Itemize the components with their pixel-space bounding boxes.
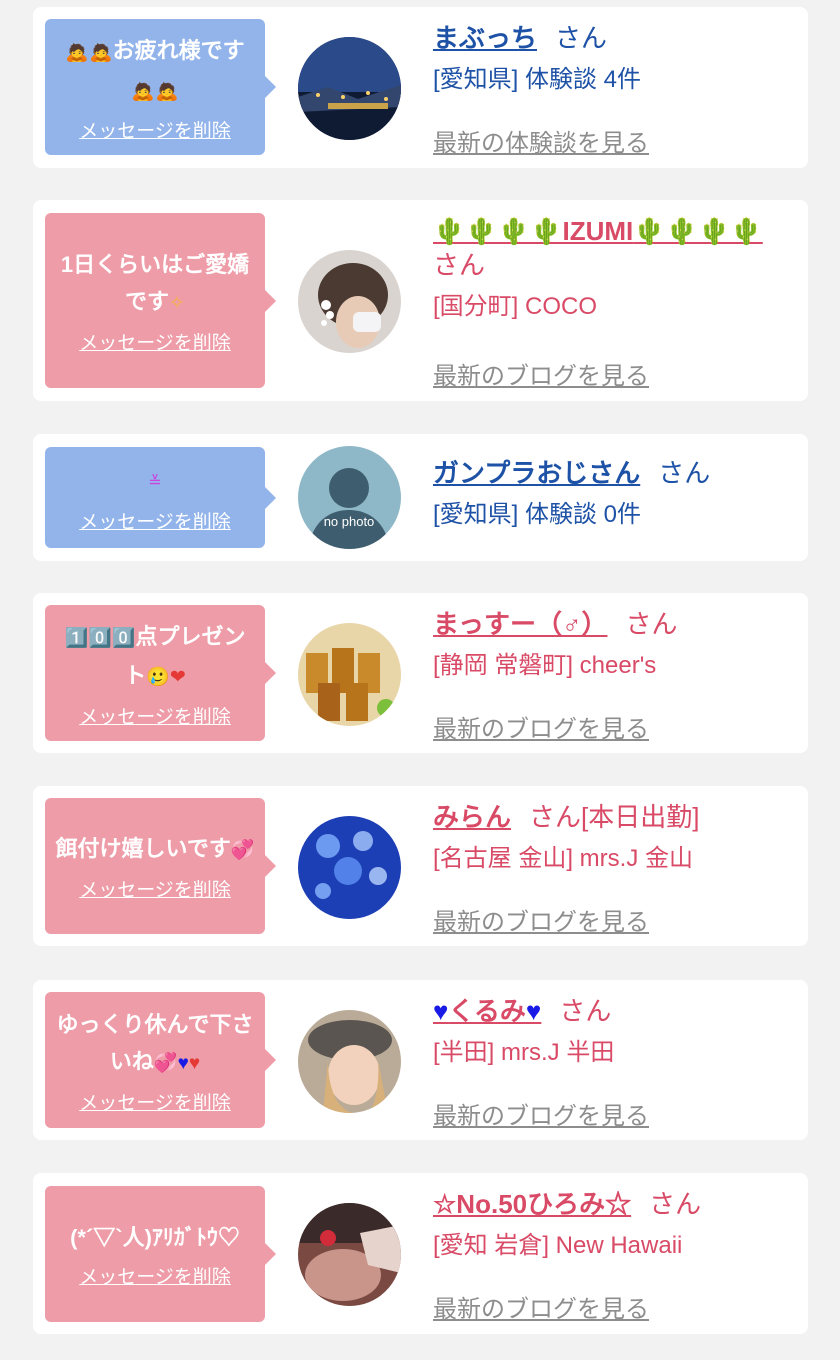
avatar[interactable] [298,1203,401,1306]
message-bubble: ≚ メッセージを削除 [45,447,276,548]
message-bubble: 1日くらいはご愛嬌です✧ メッセージを削除 [45,213,276,388]
honorific-label: さん [433,250,486,280]
honorific-label: さん [529,802,582,832]
sender-info: 🌵🌵🌵🌵IZUMI🌵🌵🌵🌵 さん [国分町] COCO 最新のブログを見る [433,214,803,394]
message-bubble: ゆっくり休んで下さいね💞♥♥ メッセージを削除 [45,992,276,1128]
delete-message-link[interactable]: メッセージを削除 [79,116,231,143]
shop-info: [国分町] COCO [433,293,598,320]
message-text: 餌付け嬉しいです💞 [55,836,255,861]
smile-emoji-icon: ≚ [148,474,162,491]
message-card: (*´▽`人)ｱﾘｶﾞﾄｳ♡ メッセージを削除 ☆No.50ひろみ☆ さん [愛知… [33,1173,808,1334]
delete-message-link[interactable]: メッセージを削除 [79,875,231,902]
avatar[interactable] [298,623,401,726]
delete-message-link[interactable]: メッセージを削除 [79,1088,231,1115]
message-card: ゆっくり休んで下さいね💞♥♥ メッセージを削除 ♥くるみ♥ さん [半田] mrs… [33,980,808,1140]
red-heart-icon: ❤ [169,666,186,688]
message-card: ≚ メッセージを削除 no photo ガンプラおじさん さん [愛知県] 体験談… [33,434,808,561]
woman-hair-clip-photo [298,250,401,353]
sender-info: まぶっち さん [愛知県] 体験談 4件 最新の体験談を見る [433,21,803,161]
blue-heart-icon: ♥ [177,1052,189,1074]
teary-smile-emoji-icon: 🥲 [146,666,170,688]
honorific-label: さん [658,458,711,488]
honorific-label: さん [625,609,678,639]
message-bubble: 1️⃣0️⃣0️⃣点プレゼント🥲❤ メッセージを削除 [45,605,276,741]
blue-heart-icon: ♥ [525,996,542,1026]
svg-text:no photo: no photo [324,514,375,529]
avatar[interactable] [298,37,401,140]
bow-emoji-icon: 🙇🙇 [131,80,179,102]
delete-message-link[interactable]: メッセージを削除 [79,1262,231,1289]
blue-heart-icon: ♥ [433,996,449,1026]
jellyfish-photo [298,816,401,919]
honorific-label: さん [559,996,612,1026]
message-card: 1️⃣0️⃣0️⃣点プレゼント🥲❤ メッセージを削除 まっすー（♂） さん [静岡… [33,593,808,753]
latest-post-link[interactable]: 最新の体験談を見る [433,123,649,158]
message-text: 1日くらいはご愛嬌です✧ [60,252,250,314]
cactus-emoji-icon: 🌵🌵🌵🌵 [433,216,563,246]
message-text: ≚ [55,461,255,501]
hearts-emoji-icon: 💞 [153,1052,178,1074]
message-card: 🙇🙇お疲れ様です🙇🙇 メッセージを削除 まぶっち さん [愛知県] 体験談 4件 … [33,7,808,168]
attendance-status: [本日出勤] [581,802,700,832]
shop-info: [名古屋 金山] mrs.J 金山 [433,845,693,872]
sender-info: ♥くるみ♥ さん [半田] mrs.J 半田 最新のブログを見る [433,994,803,1134]
message-text: 1️⃣0️⃣0️⃣点プレゼント🥲❤ [64,623,246,688]
sender-info: ガンプラおじさん さん [愛知県] 体験談 0件 [433,456,803,556]
keycap-100-icon: 1️⃣0️⃣0️⃣ [64,627,136,649]
sparkle-emoji-icon: ✧ [169,293,185,314]
woman-hat-photo [298,1010,401,1113]
love-sign-photo [298,1203,401,1306]
message-bubble: 餌付け嬉しいです💞 メッセージを削除 [45,798,276,934]
shop-info: [愛知 岩倉] New Hawaii [433,1232,683,1259]
red-heart-icon: ♥ [188,1052,201,1074]
hearts-emoji-icon: 💞 [230,840,255,861]
sender-name-link[interactable]: まぶっち [433,23,537,53]
honorific-label: さん [555,23,608,53]
honorific-label: さん [649,1189,702,1219]
sender-name-link[interactable]: ☆No.50ひろみ☆ [433,1189,631,1219]
message-card: 1日くらいはご愛嬌です✧ メッセージを削除 🌵🌵🌵🌵IZUMI🌵🌵🌵🌵 さん [… [33,200,808,401]
delete-message-link[interactable]: メッセージを削除 [79,507,231,534]
latest-post-link[interactable]: 最新のブログを見る [433,356,649,391]
avatar[interactable] [298,1010,401,1113]
shot-glasses-photo [298,623,401,726]
shop-info: [静岡 常磐町] cheer's [433,652,657,679]
sender-name-link[interactable]: まっすー（♂） [433,609,607,639]
delete-message-link[interactable]: メッセージを削除 [79,328,231,355]
message-bubble: 🙇🙇お疲れ様です🙇🙇 メッセージを削除 [45,19,276,155]
message-text: 🙇🙇お疲れ様です🙇🙇 [65,37,245,102]
latest-post-link[interactable]: 最新のブログを見る [433,1096,649,1131]
shop-info: [愛知県] 体験談 4件 [433,66,642,93]
message-text: ゆっくり休んで下さいね💞♥♥ [56,1011,254,1074]
sender-info: まっすー（♂） さん [静岡 常磐町] cheer's 最新のブログを見る [433,607,803,747]
avatar[interactable]: no photo [298,446,401,549]
sender-name-link[interactable]: ガンプラおじさん [433,458,640,488]
sender-name-link[interactable]: 🌵🌵🌵🌵IZUMI🌵🌵🌵🌵 [433,216,763,246]
sender-name-link[interactable]: ♥くるみ♥ [433,996,541,1026]
delete-message-link[interactable]: メッセージを削除 [79,702,231,729]
message-card: 餌付け嬉しいです💞 メッセージを削除 みらん さん[本日出勤] [名古屋 金山] … [33,786,808,946]
sender-info: ☆No.50ひろみ☆ さん [愛知 岩倉] New Hawaii 最新のブログを見… [433,1187,803,1327]
shop-info: [愛知県] 体験談 0件 [433,501,642,528]
shop-info: [半田] mrs.J 半田 [433,1039,615,1066]
avatar[interactable] [298,250,401,353]
latest-post-link[interactable]: 最新のブログを見る [433,902,649,937]
message-text: (*´▽`人)ｱﾘｶﾞﾄｳ♡ [70,1225,240,1250]
bow-emoji-icon: 🙇🙇 [65,41,113,63]
sender-info: みらん さん[本日出勤] [名古屋 金山] mrs.J 金山 最新のブログを見る [433,800,803,940]
latest-post-link[interactable]: 最新のブログを見る [433,709,649,744]
cactus-emoji-icon: 🌵🌵🌵🌵 [633,216,763,246]
latest-post-link[interactable]: 最新のブログを見る [433,1289,649,1324]
message-bubble: (*´▽`人)ｱﾘｶﾞﾄｳ♡ メッセージを削除 [45,1186,276,1322]
sender-name-link[interactable]: みらん [433,802,511,832]
no-photo-placeholder: no photo [298,446,401,549]
night-harbor-photo [298,37,401,140]
avatar[interactable] [298,816,401,919]
